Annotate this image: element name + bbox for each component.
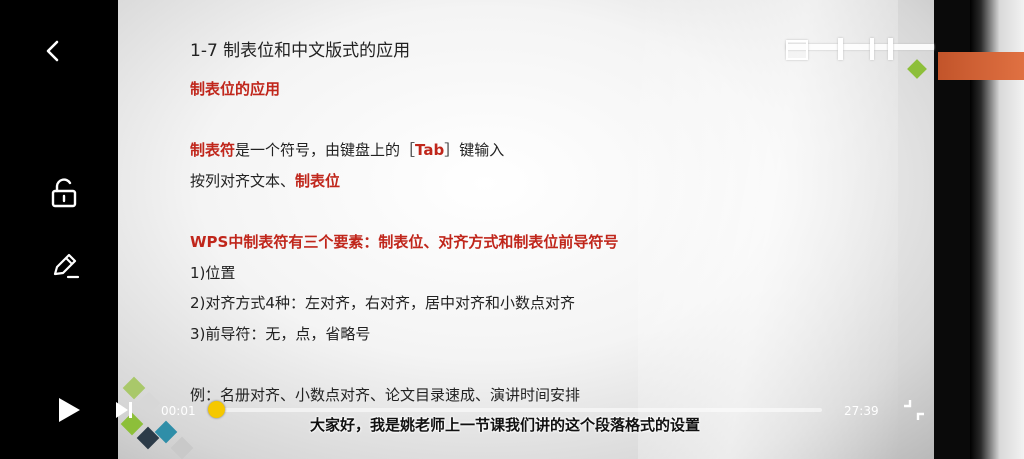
next-episode-icon[interactable] bbox=[114, 400, 136, 420]
text: 是一个符号，由键盘上的［ bbox=[235, 141, 416, 159]
slide-title: 1-7 制表位和中文版式的应用 bbox=[190, 41, 411, 61]
slide-decor-orange-block bbox=[938, 52, 1024, 80]
term-tab-stop: 制表位 bbox=[295, 172, 341, 190]
unlock-icon[interactable] bbox=[50, 178, 78, 208]
term-tab-char: 制表符 bbox=[190, 141, 236, 159]
text: ］键输入 bbox=[444, 141, 505, 159]
left-rail bbox=[0, 0, 118, 459]
slide-line-align: 按列对齐文本、制表位 bbox=[190, 170, 340, 191]
fullscreen-exit-icon[interactable] bbox=[902, 398, 926, 422]
slide-example: 例：名册对齐、小数点对齐、论文目录速成、演讲时间安排 bbox=[190, 386, 581, 404]
slide-light-stripe bbox=[638, 0, 898, 459]
subtitle-caption: 大家好，我是姚老师上一节课我们讲的这个段落格式的设置 bbox=[310, 416, 701, 434]
slide-item-position: 1)位置 bbox=[190, 264, 236, 282]
progress-track[interactable] bbox=[214, 408, 822, 412]
slide-decor-bars bbox=[786, 38, 934, 62]
slide-section-heading: 制表位的应用 bbox=[190, 80, 281, 98]
current-time: 00:01 bbox=[161, 404, 196, 418]
slide-line-tab-definition: 制表符是一个符号，由键盘上的［Tab］键输入 bbox=[190, 139, 504, 160]
progress-thumb[interactable] bbox=[208, 401, 225, 418]
text: 按列对齐文本、 bbox=[190, 172, 296, 190]
back-arrow-icon[interactable] bbox=[42, 39, 64, 63]
slide-item-alignment: 2)对齐方式4种：左对齐，右对齐，居中对齐和小数点对齐 bbox=[190, 294, 575, 312]
slide-item-leader: 3)前导符：无，点，省略号 bbox=[190, 325, 371, 343]
tab-key-label: Tab bbox=[415, 141, 445, 159]
total-time: 27:39 bbox=[844, 404, 879, 418]
pen-edit-icon[interactable] bbox=[50, 250, 80, 280]
play-icon[interactable] bbox=[56, 396, 82, 424]
slide-elements-heading: WPS中制表符有三个要素：制表位、对齐方式和制表位前导符号 bbox=[190, 233, 619, 251]
